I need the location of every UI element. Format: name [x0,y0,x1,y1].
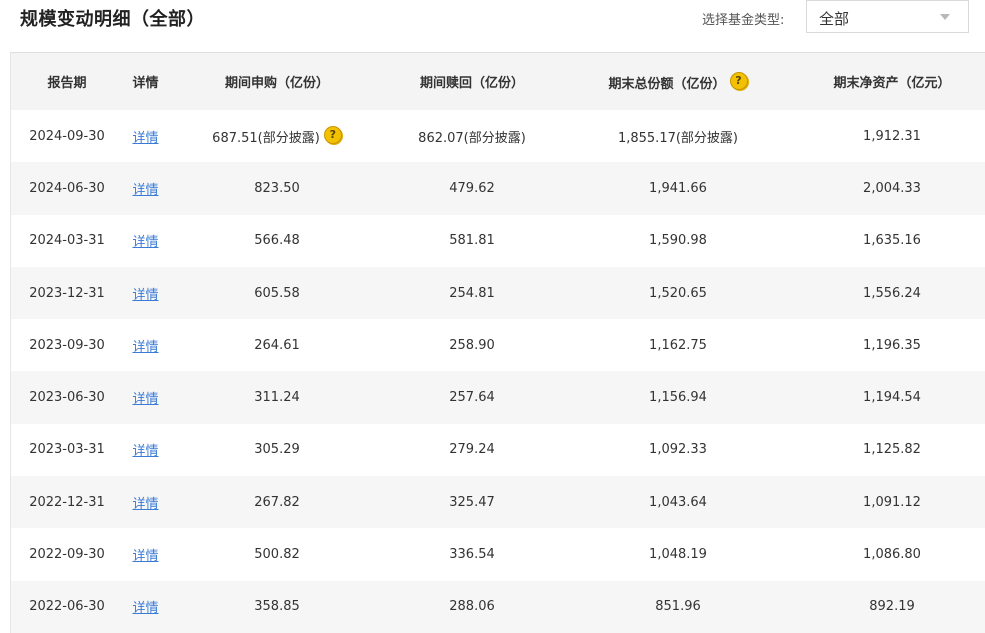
help-icon[interactable]: ? [729,71,748,90]
cell-net-assets: 1,125.82 [863,442,921,458]
detail-link[interactable]: 详情 [132,497,158,512]
cell-purchase: 566.48 [254,233,300,249]
cell-redeem: 862.07(部分披露) [418,130,526,146]
cell-redeem: 254.81 [449,285,495,301]
cell-purchase: 305.29 [254,442,300,458]
chevron-down-icon[interactable] [940,14,950,20]
detail-link[interactable]: 详情 [132,340,158,355]
cell-net-assets: 2,004.33 [863,180,921,196]
table-row: 2022-12-31 详情 267.82 325.47 1,043.64 1,0… [11,476,985,529]
cell-total-shares: 1,520.65 [649,285,707,301]
cell-date: 2023-12-31 [29,285,105,301]
table-row: 2022-09-30 详情 500.82 336.54 1,048.19 1,0… [11,528,985,581]
cell-total-shares: 1,043.64 [649,494,707,510]
detail-link[interactable]: 详情 [132,183,158,198]
cell-net-assets: 1,196.35 [863,337,921,353]
detail-link[interactable]: 详情 [132,392,158,407]
cell-redeem: 581.81 [449,233,495,249]
cell-date: 2023-03-31 [29,442,105,458]
table-row: 2024-03-31 详情 566.48 581.81 1,590.98 1,6… [11,214,985,267]
cell-purchase: 264.61 [254,337,300,353]
table-row: 2023-06-30 详情 311.24 257.64 1,156.94 1,1… [11,371,985,424]
cell-redeem: 258.90 [449,337,495,353]
cell-date: 2022-09-30 [29,547,105,563]
cell-net-assets: 1,912.31 [863,128,921,144]
cell-total-shares: 1,855.17(部分披露) [617,130,739,146]
cell-total-shares: 1,162.75 [649,337,707,353]
cell-date: 2024-06-30 [29,180,105,196]
table-header-row: 报告期 详情 期间申购（亿份） 期间赎回（亿份） 期末总份额（亿份）? 期末净资… [11,53,985,110]
detail-link[interactable]: 详情 [132,131,158,146]
cell-date: 2023-09-30 [29,337,105,353]
cell-date: 2024-09-30 [29,128,105,144]
cell-date: 2024-03-31 [29,233,105,249]
fund-type-label: 选择基金类型: [702,13,785,28]
cell-purchase: 311.24 [254,390,300,406]
cell-redeem: 479.62 [449,180,495,196]
cell-redeem: 325.47 [449,494,495,510]
cell-total-shares: 1,590.98 [649,233,707,249]
cell-purchase: 358.85 [254,599,300,615]
table-row: 2024-06-30 详情 823.50 479.62 1,941.66 2,0… [11,162,985,215]
header-report-period: 报告期 [47,76,87,91]
cell-net-assets: 1,635.16 [863,233,921,249]
cell-date: 2022-12-31 [29,494,105,510]
cell-net-assets: 892.19 [869,599,915,615]
cell-total-shares: 1,156.94 [649,390,707,406]
cell-total-shares: 851.96 [655,599,701,615]
detail-link[interactable]: 详情 [132,444,158,459]
cell-purchase: 687.51(部分披露)? [168,110,386,162]
table-row: 2023-12-31 详情 605.58 254.81 1,520.65 1,5… [11,266,985,320]
cell-net-assets: 1,091.12 [863,494,921,510]
cell-date: 2023-06-30 [29,390,105,406]
table-row: 2022-06-30 详情 358.85 288.06 851.96 892.1… [11,580,985,633]
table-body: 2024-09-30 详情 687.51(部分披露)? 862.07(部分披露)… [11,110,985,633]
detail-link[interactable]: 详情 [132,288,158,303]
help-icon[interactable]: ? [323,126,342,145]
cell-redeem: 288.06 [449,599,495,615]
header-total-shares: 期末总份额（亿份）? [558,53,798,110]
cell-net-assets: 1,086.80 [863,547,921,563]
cell-purchase: 823.50 [254,180,300,196]
scale-change-table: 报告期 详情 期间申购（亿份） 期间赎回（亿份） 期末总份额（亿份）? 期末净资… [11,53,985,633]
cell-total-shares: 1,941.66 [649,180,707,196]
cell-purchase: 500.82 [254,547,300,563]
table-row: 2024-09-30 详情 687.51(部分披露)? 862.07(部分披露)… [11,110,985,163]
cell-redeem: 257.64 [449,390,495,406]
cell-net-assets: 1,194.54 [863,390,921,406]
cell-date: 2022-06-30 [29,599,105,615]
cell-net-assets: 1,556.24 [863,285,921,301]
fund-type-select[interactable]: 全部 [806,0,969,33]
detail-link[interactable]: 详情 [132,235,158,250]
detail-link[interactable]: 详情 [132,549,158,564]
header-net-assets: 期末净资产（亿元） [833,76,951,91]
cell-total-shares: 1,048.19 [649,547,707,563]
scale-change-table-wrapper: 报告期 详情 期间申购（亿份） 期间赎回（亿份） 期末总份额（亿份）? 期末净资… [10,52,985,633]
cell-purchase: 605.58 [254,285,300,301]
fund-type-selected-value: 全部 [819,10,850,28]
header-detail: 详情 [132,76,159,91]
detail-link[interactable]: 详情 [132,601,158,616]
cell-redeem: 279.24 [449,442,495,458]
page-title: 规模变动明细（全部） [20,9,205,30]
table-row: 2023-03-31 详情 305.29 279.24 1,092.33 1,1… [11,423,985,477]
header-redeem: 期间赎回（亿份） [419,76,524,91]
table-row: 2023-09-30 详情 264.61 258.90 1,162.75 1,1… [11,319,985,372]
cell-total-shares: 1,092.33 [649,442,707,458]
cell-purchase: 267.82 [254,494,300,510]
cell-redeem: 336.54 [449,547,495,563]
header-purchase: 期间申购（亿份） [224,76,329,91]
